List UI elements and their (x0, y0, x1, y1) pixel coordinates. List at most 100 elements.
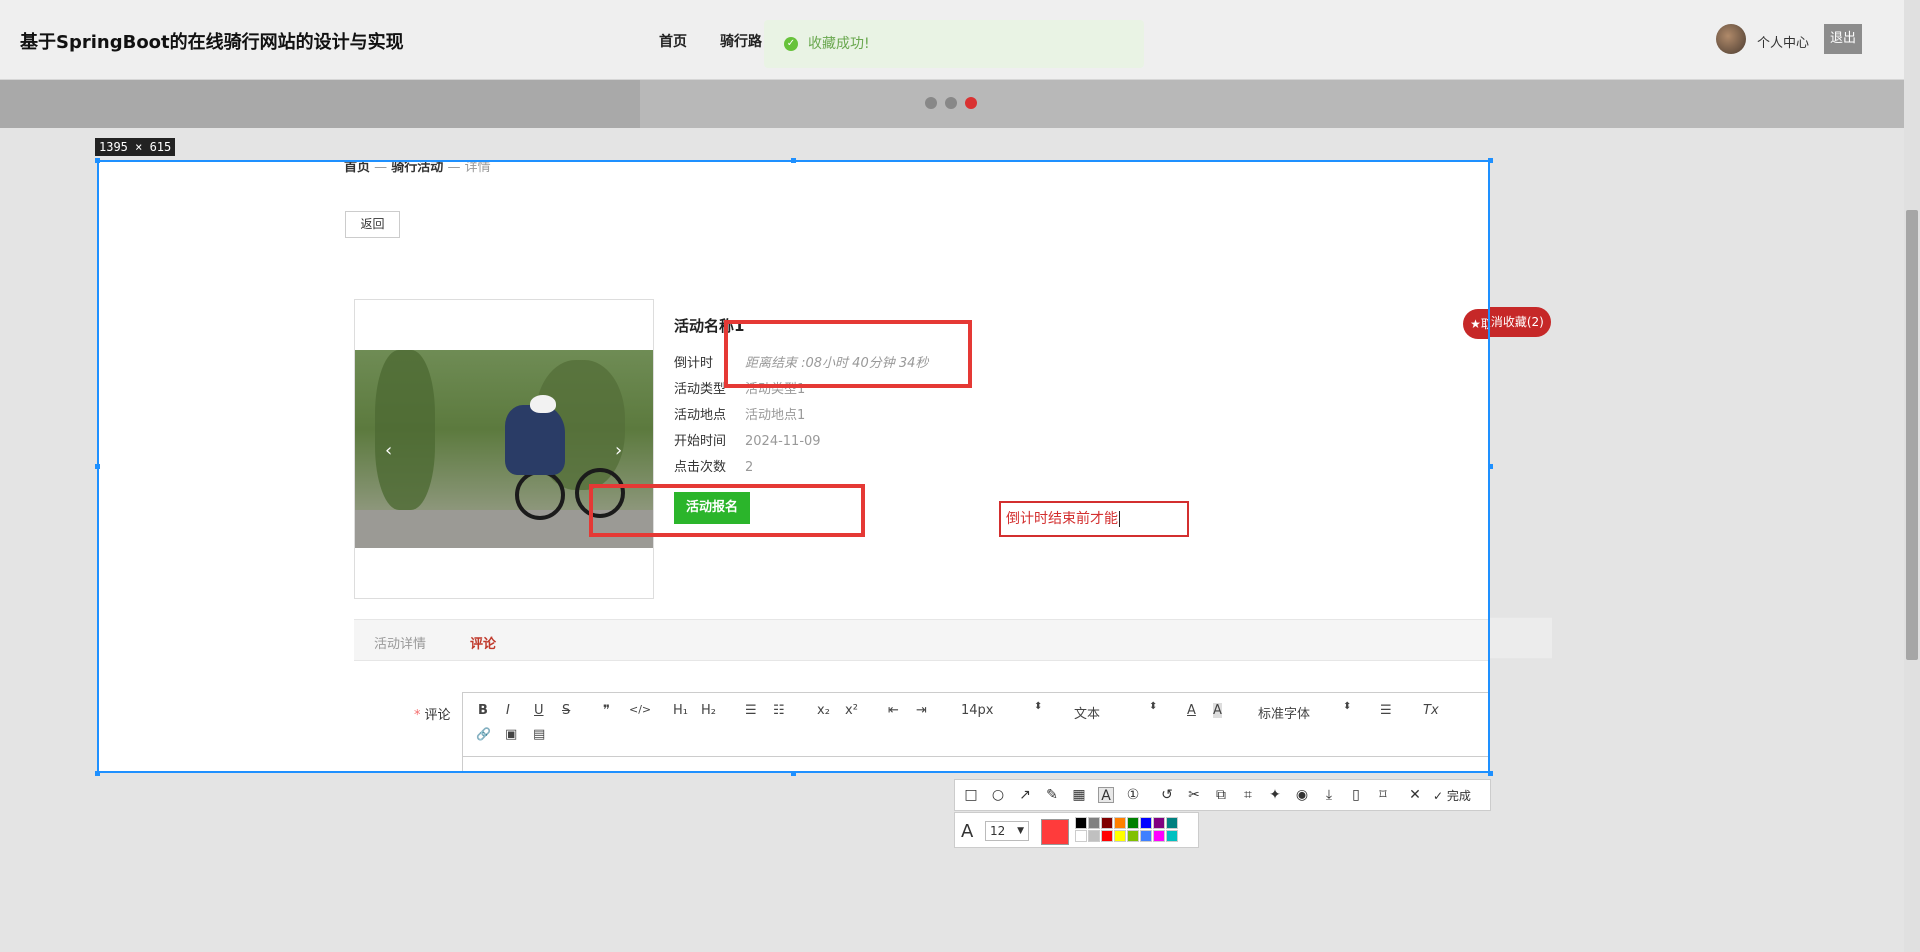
format-select[interactable]: 文本 (1074, 703, 1100, 722)
activity-image-carousel[interactable]: ‹ › (354, 299, 654, 599)
subscript-button[interactable]: x₂ (817, 703, 830, 718)
strike-button[interactable]: S (562, 703, 570, 718)
annotation-text[interactable]: 倒计时结束前才能 (1006, 511, 1118, 527)
breadcrumb-section[interactable]: 骑行活动 (391, 162, 443, 175)
record-icon[interactable]: ◉ (1294, 787, 1310, 803)
color-swatch[interactable] (1114, 817, 1126, 829)
color-swatch[interactable] (1088, 830, 1100, 842)
scissors-icon[interactable]: ✂ (1186, 787, 1202, 803)
tab-activity-detail[interactable]: 活动详情 (374, 633, 426, 652)
download-icon[interactable]: ⤓ (1321, 787, 1337, 803)
bold-button[interactable]: B (478, 703, 488, 718)
align-button[interactable]: ☰ (1380, 703, 1392, 718)
color-swatch[interactable] (1153, 830, 1165, 842)
arrow-icon[interactable]: ↗ (1017, 787, 1033, 803)
carousel-next-icon[interactable]: › (615, 440, 622, 461)
h2-button[interactable]: H₂ (701, 703, 716, 718)
toast: ✓ 收藏成功! (764, 20, 1144, 68)
banner-dot[interactable] (925, 97, 937, 109)
color-swatch[interactable] (1166, 830, 1178, 842)
nav-routes[interactable]: 骑行路 (720, 31, 762, 51)
capture-selection[interactable]: 首页 — 骑行活动 — 详情 返回 ‹ › 活动名称1 倒计时 距离结束 :08小… (97, 160, 1490, 773)
annotation-text-box[interactable]: 倒计时结束前才能 (999, 501, 1189, 537)
ellipse-icon[interactable]: ○ (990, 787, 1006, 803)
resize-handle[interactable] (1488, 158, 1493, 163)
color-swatch[interactable] (1140, 817, 1152, 829)
underline-button[interactable]: U (534, 703, 544, 718)
annotation-rect-countdown[interactable] (724, 320, 972, 388)
bookmark-icon[interactable]: ⌑ (1375, 787, 1391, 803)
color-swatch[interactable] (1140, 830, 1152, 842)
resize-handle[interactable] (95, 464, 100, 469)
font-size-dropdown[interactable]: 12 ▼ (985, 821, 1029, 841)
comment-label: * 评论 (414, 704, 451, 723)
resize-handle[interactable] (95, 771, 100, 776)
mosaic-icon[interactable]: ▦ (1071, 787, 1087, 803)
logout-button[interactable]: 退出 (1824, 24, 1862, 54)
number-icon[interactable]: ① (1125, 787, 1141, 803)
field-value: 活动地点1 (745, 408, 806, 423)
field-location: 活动地点 活动地点1 (674, 404, 805, 423)
chevron-down-icon: ▼ (1017, 826, 1024, 836)
color-swatch[interactable] (1101, 817, 1113, 829)
resize-handle[interactable] (1488, 464, 1493, 469)
background-color-button[interactable]: A (1213, 703, 1222, 718)
bullet-list-button[interactable]: ☷ (773, 703, 785, 718)
current-color-swatch[interactable] (1041, 819, 1069, 845)
resize-handle[interactable] (791, 771, 796, 776)
ordered-list-button[interactable]: ☰ (745, 703, 757, 718)
indent-button[interactable]: ⇥ (916, 703, 927, 718)
comment-editor[interactable]: B I U S ❞ </> H₁ H₂ ☰ ☷ x₂ x² ⇤ ⇥ 14px ⬍… (462, 692, 1488, 771)
undo-icon[interactable]: ↺ (1159, 787, 1175, 803)
editor-toolbar: B I U S ❞ </> H₁ H₂ ☰ ☷ x₂ x² ⇤ ⇥ 14px ⬍… (463, 693, 1488, 757)
nav-home[interactable]: 首页 (659, 31, 687, 51)
color-swatch[interactable] (1088, 817, 1100, 829)
done-button[interactable]: ✓ 完成 (1433, 787, 1471, 804)
outdent-button[interactable]: ⇤ (888, 703, 899, 718)
pin-icon[interactable]: ✦ (1267, 787, 1283, 803)
font-size-select[interactable]: 14px (961, 703, 994, 718)
scrollbar-thumb[interactable] (1906, 210, 1918, 660)
color-swatch[interactable] (1127, 830, 1139, 842)
link-icon[interactable]: 🔗 (476, 727, 491, 741)
color-swatch[interactable] (1127, 817, 1139, 829)
color-swatch[interactable] (1101, 830, 1113, 842)
scan-icon[interactable]: ⌗ (1240, 787, 1256, 803)
h1-button[interactable]: H₁ (673, 703, 688, 718)
tab-comments[interactable]: 评论 (470, 633, 496, 652)
carousel-prev-icon[interactable]: ‹ (385, 440, 392, 461)
breadcrumb-home[interactable]: 首页 (344, 162, 370, 175)
translate-icon[interactable]: ⧉ (1213, 787, 1229, 803)
image-icon[interactable]: ▣ (505, 727, 517, 742)
phone-icon[interactable]: ▯ (1348, 787, 1364, 803)
resize-handle[interactable] (791, 158, 796, 163)
color-swatch[interactable] (1075, 817, 1087, 829)
superscript-button[interactable]: x² (845, 703, 858, 718)
user-center-link[interactable]: 个人中心 (1757, 32, 1809, 51)
color-swatch[interactable] (1114, 830, 1126, 842)
color-swatch[interactable] (1075, 830, 1087, 842)
comment-label-text: 评论 (424, 708, 451, 723)
banner-dot-active[interactable] (965, 97, 977, 109)
resize-handle[interactable] (1488, 771, 1493, 776)
close-icon[interactable]: ✕ (1407, 787, 1423, 803)
text-tool-icon[interactable]: A (1098, 787, 1114, 804)
avatar[interactable] (1716, 24, 1746, 54)
back-button[interactable]: 返回 (345, 211, 400, 238)
font-family-select[interactable]: 标准字体 (1258, 703, 1310, 722)
resize-handle[interactable] (95, 158, 100, 163)
color-swatch[interactable] (1153, 817, 1165, 829)
quote-button[interactable]: ❞ (603, 703, 610, 718)
cyclist (505, 405, 565, 475)
rectangle-icon[interactable]: □ (963, 787, 979, 803)
italic-button[interactable]: I (506, 703, 510, 718)
annotation-rect-signup[interactable] (589, 484, 865, 537)
video-icon[interactable]: ▤ (533, 727, 545, 742)
pen-icon[interactable]: ✎ (1044, 787, 1060, 803)
clear-format-button[interactable]: Tx (1423, 703, 1439, 718)
banner-dot[interactable] (945, 97, 957, 109)
color-swatch[interactable] (1166, 817, 1178, 829)
unfavorite-button-selected[interactable]: ★取消收藏(2) (1463, 309, 1488, 339)
code-button[interactable]: </> (629, 703, 651, 716)
text-color-button[interactable]: A (1187, 703, 1196, 718)
